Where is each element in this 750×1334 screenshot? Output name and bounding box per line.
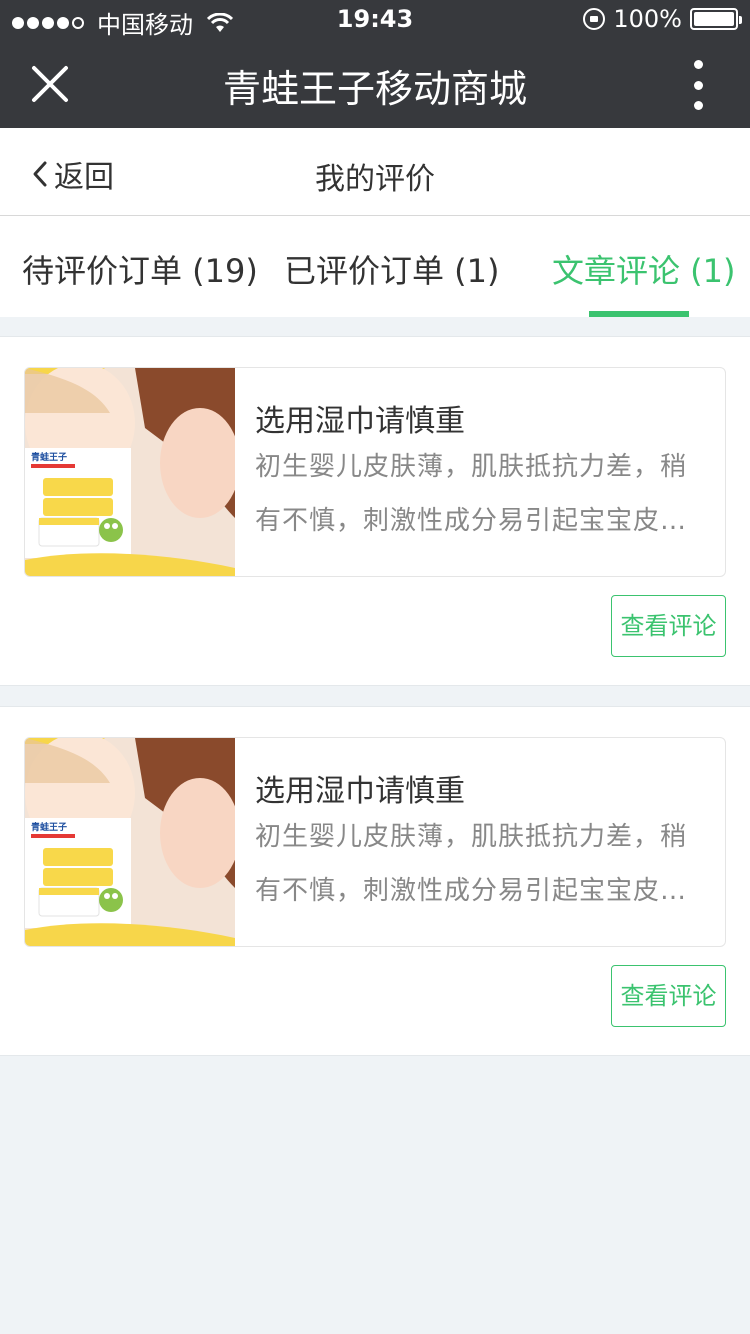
article-thumbnail-image: 青蛙王子 <box>25 368 235 576</box>
status-bar: 中国移动 19:43 100% <box>0 0 750 40</box>
active-tab-indicator <box>589 311 689 317</box>
article-card: 青蛙王子 选用湿巾请慎重 初生婴儿皮肤薄，肌肤抵抗力差，稍有不慎，刺激性成分易引… <box>0 336 750 686</box>
article-link[interactable]: 青蛙王子 选用湿巾请慎重 初生婴儿皮肤薄，肌肤抵抗力差，稍有不慎，刺激性成分易引… <box>24 367 726 577</box>
app-navbar: 青蛙王子移动商城 <box>0 40 750 128</box>
battery-icon <box>690 8 742 30</box>
view-comments-button[interactable]: 查看评论 <box>611 965 726 1027</box>
app-title: 青蛙王子移动商城 <box>222 67 527 111</box>
article-summary: 初生婴儿皮肤薄，肌肤抵抗力差，稍有不慎，刺激性成分易引起宝宝皮… <box>255 822 688 906</box>
page-header: 返回 我的评价 <box>0 128 750 216</box>
article-title: 选用湿巾请慎重 <box>255 774 465 809</box>
tab-pending-reviews[interactable]: 待评价订单 (19) <box>22 246 258 292</box>
more-vertical-icon[interactable] <box>686 60 710 110</box>
thumb-brand-text: 青蛙王子 <box>31 451 67 463</box>
article-title: 选用湿巾请慎重 <box>255 404 465 439</box>
article-thumbnail: 青蛙王子 <box>25 738 235 946</box>
rotation-lock-icon <box>583 8 606 30</box>
status-right: 100% <box>583 5 742 33</box>
battery-percent: 100% <box>613 5 682 33</box>
article-link[interactable]: 青蛙王子 选用湿巾请慎重 初生婴儿皮肤薄，肌肤抵抗力差，稍有不慎，刺激性成分易引… <box>24 737 726 947</box>
article-summary: 初生婴儿皮肤薄，肌肤抵抗力差，稍有不慎，刺激性成分易引起宝宝皮… <box>255 452 688 536</box>
tab-article-comments[interactable]: 文章评论 (1) <box>552 246 736 292</box>
article-card: 青蛙王子 选用湿巾请慎重 初生婴儿皮肤薄，肌肤抵抗力差，稍有不慎，刺激性成分易引… <box>0 706 750 1056</box>
tab-reviewed-orders[interactable]: 已评价订单 (1) <box>284 246 500 292</box>
thumb-brand-text: 青蛙王子 <box>31 821 67 833</box>
view-comments-button[interactable]: 查看评论 <box>611 595 726 657</box>
article-thumbnail-image: 青蛙王子 <box>25 738 235 946</box>
article-thumbnail: 青蛙王子 <box>25 368 235 576</box>
review-tabs: 待评价订单 (19) 已评价订单 (1) 文章评论 (1) <box>0 216 750 317</box>
page-title: 我的评价 <box>315 162 435 197</box>
